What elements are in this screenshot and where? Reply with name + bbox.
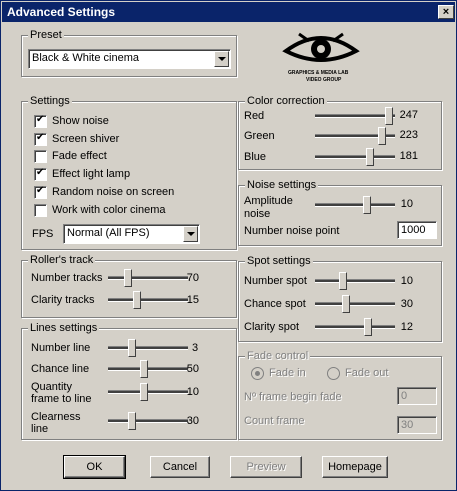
lines-settings-legend: Lines settings: [28, 321, 100, 335]
clarity-tracks-value: 15: [186, 294, 199, 306]
clearness-line-label: Clearness line: [31, 411, 81, 435]
screen-shiver-checkbox[interactable]: [34, 132, 47, 146]
window-title: Advanced Settings: [7, 5, 116, 19]
clarity-tracks-thumb[interactable]: [133, 291, 141, 309]
preset-value: Black & White cinema: [32, 52, 139, 64]
clarity-tracks-label: Clarity tracks: [31, 294, 95, 306]
red-slider[interactable]: [315, 107, 395, 125]
number-line-label: Number line: [31, 342, 91, 354]
quantity-frame-thumb[interactable]: [140, 383, 148, 401]
fps-combo[interactable]: Normal (All FPS): [63, 224, 200, 244]
spot-settings-legend: Spot settings: [245, 254, 313, 268]
number-tracks-label: Number tracks: [31, 272, 103, 284]
number-line-slider[interactable]: [108, 339, 188, 357]
advanced-settings-window: Advanced Settings × Preset Black & White…: [0, 0, 457, 491]
chance-line-label: Chance line: [31, 363, 90, 375]
random-noise-checkbox[interactable]: [34, 185, 47, 199]
number-tracks-value: 70: [186, 272, 199, 284]
homepage-button[interactable]: Homepage: [322, 456, 388, 478]
number-spot-value: 10: [400, 275, 413, 287]
fade-effect-checkbox[interactable]: [34, 150, 47, 163]
logo-line2: VIDEO GROUP: [306, 77, 342, 83]
chance-spot-thumb[interactable]: [342, 295, 350, 313]
number-line-value: 3: [192, 342, 199, 354]
fps-label: FPS: [32, 228, 54, 240]
settings-group: Settings Show noise Screen shiver Fade e…: [21, 94, 237, 250]
quantity-frame-value: 10: [186, 386, 199, 398]
show-noise-label: Show noise: [52, 115, 109, 127]
show-noise-checkbox[interactable]: [34, 114, 47, 128]
settings-legend: Settings: [28, 94, 72, 108]
graphics-media-lab-logo: GRAPHICS & MEDIA LAB VIDEO GROUP: [281, 29, 361, 87]
blue-label: Blue: [244, 151, 267, 163]
lines-settings-group: Lines settings Number line 3 Chance line…: [21, 321, 237, 440]
frame-begin-fade-input[interactable]: 0: [397, 387, 437, 405]
noise-settings-legend: Noise settings: [245, 178, 319, 192]
fade-effect-label: Fade effect: [52, 150, 107, 162]
clarity-spot-label: Clarity spot: [244, 321, 300, 333]
chance-spot-value: 30: [400, 298, 413, 310]
noise-settings-group: Noise settings Amplitude noise 10 Number…: [238, 178, 442, 246]
fade-control-legend: Fade control: [245, 349, 311, 363]
chance-line-thumb[interactable]: [140, 360, 148, 378]
chance-line-value: 50: [186, 363, 199, 375]
screen-shiver-label: Screen shiver: [52, 133, 120, 145]
fade-out-radio[interactable]: [327, 367, 340, 380]
red-value: 247: [399, 109, 418, 121]
rollers-track-legend: Roller's track: [28, 253, 96, 267]
number-spot-label: Number spot: [244, 275, 307, 287]
fade-control-group: Fade control Fade in Fade out Nº frame b…: [238, 349, 442, 440]
preset-legend: Preset: [28, 28, 64, 42]
blue-slider-thumb[interactable]: [366, 148, 374, 166]
color-cinema-checkbox[interactable]: [34, 204, 47, 217]
clearness-line-value: 30: [186, 415, 199, 427]
fade-in-radio[interactable]: [251, 367, 264, 380]
amplitude-noise-value: 10: [400, 198, 413, 210]
cancel-button[interactable]: Cancel: [150, 456, 210, 478]
blue-slider[interactable]: [315, 148, 395, 166]
number-tracks-thumb[interactable]: [124, 269, 132, 287]
red-label: Red: [244, 110, 265, 122]
count-frame-label: Count frame: [244, 415, 305, 427]
random-noise-label: Random noise on screen: [52, 186, 175, 198]
effect-light-lamp-checkbox[interactable]: [34, 167, 47, 181]
effect-light-lamp-label: Effect light lamp: [52, 168, 131, 180]
spot-settings-group: Spot settings Number spot 10 Chance spot…: [238, 254, 442, 342]
eye-logo-icon: [282, 32, 360, 62]
green-slider[interactable]: [315, 127, 395, 145]
fade-out-label: Fade out: [345, 367, 389, 379]
green-value: 223: [399, 129, 418, 141]
rollers-track-group: Roller's track Number tracks 70 Clarity …: [21, 253, 237, 318]
clarity-spot-thumb[interactable]: [364, 318, 372, 336]
green-label: Green: [244, 130, 275, 142]
logo-line1: GRAPHICS & MEDIA LAB: [288, 70, 349, 76]
frame-begin-fade-label: Nº frame begin fade: [244, 391, 342, 403]
quantity-frame-label: Quantity frame to line: [31, 381, 92, 405]
count-frame-input[interactable]: 30: [397, 416, 437, 434]
preview-button[interactable]: Preview: [230, 456, 302, 478]
preset-combo[interactable]: Black & White cinema: [28, 49, 231, 69]
fade-in-label: Fade in: [269, 367, 306, 379]
number-line-thumb[interactable]: [128, 339, 136, 357]
color-cinema-label: Work with color cinema: [52, 204, 166, 216]
preset-dropdown-arrow-icon[interactable]: [214, 51, 229, 67]
clarity-spot-value: 12: [400, 321, 413, 333]
number-noise-point-label: Number noise point: [244, 225, 340, 237]
number-noise-point-input[interactable]: 1000: [397, 221, 437, 239]
green-slider-thumb[interactable]: [378, 127, 386, 145]
ok-button[interactable]: OK: [63, 455, 126, 479]
chance-spot-label: Chance spot: [244, 298, 306, 310]
number-spot-thumb[interactable]: [339, 272, 347, 290]
color-correction-legend: Color correction: [245, 94, 327, 108]
fps-value: Normal (All FPS): [67, 227, 150, 239]
amplitude-slider-thumb[interactable]: [363, 196, 371, 214]
fps-dropdown-arrow-icon[interactable]: [183, 226, 198, 242]
amplitude-noise-label: Amplitude noise: [244, 195, 293, 220]
blue-value: 181: [399, 150, 418, 162]
clearness-line-thumb[interactable]: [128, 412, 136, 430]
preset-group: Preset Black & White cinema: [21, 28, 237, 77]
close-button[interactable]: ×: [438, 5, 454, 19]
title-bar[interactable]: Advanced Settings ×: [2, 2, 455, 22]
color-correction-group: Color correction Red 247 Green 223 Blue …: [238, 94, 442, 170]
